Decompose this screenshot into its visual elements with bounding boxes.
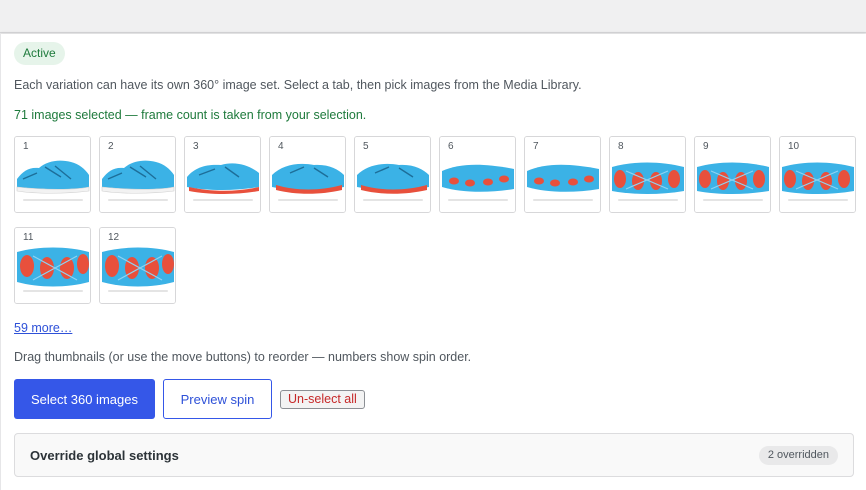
frame-number: 9 (703, 141, 709, 152)
frame-number: 5 (363, 141, 369, 152)
unselect-all-button[interactable]: Un-select all (280, 390, 365, 409)
frame-number: 7 (533, 141, 539, 152)
frame-thumbnail[interactable]: 6 (439, 136, 516, 213)
reorder-hint: Drag thumbnails (or use the move buttons… (14, 350, 472, 364)
override-global-settings-toggle[interactable]: Override global settings 2 overridden (14, 433, 854, 477)
frame-thumbnail[interactable]: 2 (99, 136, 176, 213)
select-360-images-button[interactable]: Select 360 images (14, 379, 155, 419)
frame-thumbnail[interactable]: 7 (524, 136, 601, 213)
frame-thumbnail[interactable]: 8 (609, 136, 686, 213)
more-images-link[interactable]: 59 more… (14, 321, 72, 335)
frame-number: 1 (23, 141, 29, 152)
frame-thumbnail[interactable]: 4 (269, 136, 346, 213)
frame-thumbnail[interactable]: 11 (14, 227, 91, 304)
frame-number: 11 (23, 232, 34, 243)
overridden-count-badge: 2 overridden (758, 446, 838, 465)
panel-description: Each variation can have its own 360° ima… (14, 78, 582, 92)
frame-thumbnail[interactable]: 1 (14, 136, 91, 213)
frame-number: 12 (108, 232, 120, 243)
top-bar (0, 0, 866, 33)
preview-spin-button[interactable]: Preview spin (163, 379, 272, 419)
frame-thumbnail[interactable]: 12 (99, 227, 176, 304)
selection-count-note: 71 images selected — frame count is take… (14, 108, 367, 122)
frame-thumbnail[interactable]: 3 (184, 136, 261, 213)
status-badge: Active (14, 42, 65, 65)
frame-thumbnail[interactable]: 9 (694, 136, 771, 213)
override-title: Override global settings (30, 448, 179, 463)
frame-thumbnail[interactable]: 5 (354, 136, 431, 213)
frame-number: 2 (108, 141, 114, 152)
frame-number: 10 (788, 141, 800, 152)
frame-number: 6 (448, 141, 454, 152)
variation-360-panel: Active Each variation can have its own 3… (0, 34, 866, 490)
frame-number: 4 (278, 141, 284, 152)
frame-number: 8 (618, 141, 624, 152)
frame-thumbnail[interactable]: 10 (779, 136, 856, 213)
frame-number: 3 (193, 141, 199, 152)
